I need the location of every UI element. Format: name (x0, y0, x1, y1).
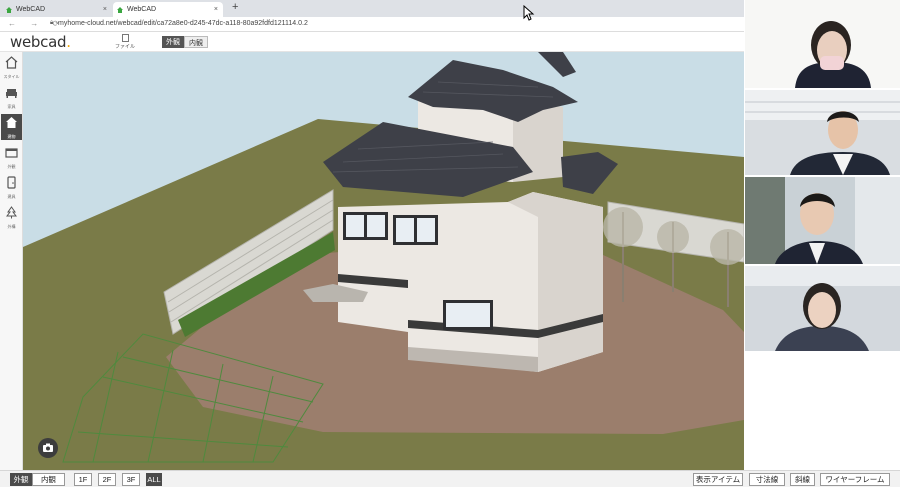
exterior-view-button[interactable]: 外観 (162, 36, 184, 48)
browser-tab-title: WebCAD (127, 6, 157, 13)
file-menu-button[interactable]: ファイル (114, 34, 136, 51)
sidebar-item-landscape[interactable]: 外構 (1, 204, 22, 230)
url-text[interactable]: myhome-cloud.net/webcad/edit/ca72a8e0-d2… (58, 20, 308, 27)
3d-scene[interactable] (23, 52, 744, 470)
exterior-view-button[interactable]: 外観 (10, 473, 32, 486)
sidebar-item-furniture[interactable]: 家具 (1, 84, 22, 110)
address-bar[interactable]: ← → ⟳ 🔒︎ myhome-cloud.net/webcad/edit/ca… (0, 17, 744, 32)
mouse-cursor-icon (523, 5, 535, 21)
video-tile-participant-1 (745, 0, 900, 88)
sofa-icon (6, 89, 17, 98)
sidebar-item-label: 建具 (7, 194, 16, 199)
webcad-logo: webcad. (10, 33, 71, 51)
3d-viewport[interactable] (23, 52, 744, 470)
camera-icon (43, 443, 53, 452)
video-tile-participant-2 (745, 90, 900, 175)
sidebar-item-exterior[interactable]: 外観 (1, 144, 22, 170)
browser-tab-strip: WebCAD × WebCAD × + (0, 0, 744, 17)
house-favicon-icon (6, 6, 12, 13)
tool-sidebar: スタイル 家具 建物 外観 建具 外構 (0, 52, 23, 470)
file-icon (121, 34, 129, 42)
file-menu-label: ファイル (114, 44, 135, 50)
new-tab-button[interactable]: + (232, 1, 238, 13)
house-filled-icon (6, 117, 17, 128)
bottom-toolbar: 外観 内観 1F 2F 3F ALL 表示アイテム 寸法線 斜線 ワイヤーフレー… (0, 470, 900, 487)
facade-icon (5, 148, 18, 158)
interior-view-button[interactable]: 内観 (32, 473, 65, 486)
house-outline-icon (5, 56, 18, 69)
tree-crown (603, 207, 643, 247)
close-tab-icon[interactable]: × (214, 6, 218, 13)
sidebar-item-fittings[interactable]: 建具 (1, 174, 22, 200)
participant-video (745, 266, 900, 351)
participant-video (745, 90, 900, 175)
sidebar-item-label: スタイル (3, 74, 20, 79)
browser-tab-title: WebCAD (16, 6, 46, 13)
view-mode-toggle[interactable]: 外観 内観 (162, 36, 208, 48)
browser-tab[interactable]: WebCAD × (2, 2, 112, 17)
camera-button[interactable] (38, 438, 58, 458)
browser-tab-active[interactable]: WebCAD × (113, 2, 223, 17)
sidebar-item-label: 外観 (7, 164, 16, 169)
house-favicon-icon (117, 6, 123, 13)
screen: WebCAD × WebCAD × + ← → ⟳ 🔒︎ myhome-clou… (0, 0, 900, 487)
video-tile-participant-3 (745, 177, 900, 264)
door-icon (7, 176, 16, 189)
video-tile-participant-4 (745, 266, 900, 351)
wireframe-button[interactable]: ワイヤーフレーム (820, 473, 890, 486)
floor-all-button[interactable]: ALL (146, 473, 162, 486)
floor-2f-button[interactable]: 2F (98, 473, 116, 486)
floor-1f-button[interactable]: 1F (74, 473, 92, 486)
display-items-button[interactable]: 表示アイテム (693, 473, 743, 486)
slant-lines-button[interactable]: 斜線 (790, 473, 815, 486)
interior-view-button[interactable]: 内観 (184, 36, 208, 48)
tree-icon (6, 206, 17, 219)
sidebar-item-style[interactable]: スタイル (1, 54, 22, 80)
tree-crown (657, 221, 689, 253)
lock-icon: 🔒︎ (50, 20, 54, 26)
sidebar-item-label: 建物 (7, 134, 16, 139)
sidebar-item-building[interactable]: 建物 (1, 114, 22, 140)
app-header: webcad. ファイル 外観 内観 (0, 32, 744, 52)
dimension-lines-button[interactable]: 寸法線 (749, 473, 785, 486)
participant-video (745, 177, 900, 264)
floor-3f-button[interactable]: 3F (122, 473, 140, 486)
participant-video (745, 0, 900, 88)
close-tab-icon[interactable]: × (103, 6, 107, 13)
nav-buttons[interactable]: ← → ⟳ (8, 19, 65, 28)
sidebar-item-label: 外構 (7, 224, 16, 229)
sidebar-item-label: 家具 (7, 104, 16, 109)
